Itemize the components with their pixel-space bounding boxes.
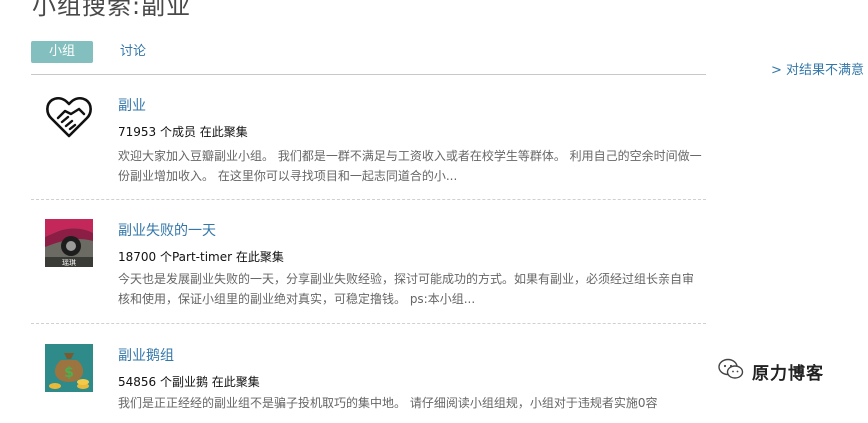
watermark: 原力博客 [718, 355, 824, 387]
group-description: 欢迎大家加入豆瓣副业小组。 我们都是一群不满足与工资收入或者在校学生等群体。 利… [118, 149, 702, 183]
tab-discussions[interactable]: 讨论 [120, 41, 146, 63]
feedback-link[interactable]: > 对结果不满意 [771, 59, 864, 78]
car-wheel-photo-icon[interactable]: 瑶琪 [45, 219, 93, 267]
svg-text:$: $ [64, 365, 74, 381]
avatar-caption: 瑶琪 [62, 258, 76, 267]
list-item: $ 副业鹅组 54856 个副业鹅 在此聚集 我们是正正经经的副业组不是骗子投机… [31, 343, 706, 423]
group-name-link[interactable]: 副业失败的一天 [118, 220, 216, 240]
page-title: 小组搜索:副业 [32, 0, 192, 20]
tab-bar: 小组 讨论 [31, 41, 706, 75]
group-member-count: 18700 个Part-timer 在此聚集 [118, 250, 284, 264]
group-member-count: 54856 个副业鹅 在此聚集 [118, 375, 260, 389]
money-bag-icon[interactable]: $ [45, 344, 93, 392]
list-item: 瑶琪 副业失败的一天 18700 个Part-timer 在此聚集 今天也是发展… [31, 218, 706, 324]
handshake-heart-icon[interactable] [45, 92, 93, 140]
group-name-link[interactable]: 副业 [118, 95, 146, 115]
watermark-text: 原力博客 [752, 363, 824, 384]
group-description: 我们是正正经经的副业组不是骗子投机取巧的集中地。 请仔细阅读小组组规，小组对于违… [118, 396, 658, 410]
list-item: 副业 71953 个成员 在此聚集 欢迎大家加入豆瓣副业小组。 我们都是一群不满… [31, 92, 706, 200]
group-member-count: 71953 个成员 在此聚集 [118, 125, 248, 139]
wechat-icon [718, 358, 744, 384]
tab-groups[interactable]: 小组 [31, 41, 93, 63]
group-description: 今天也是发展副业失败的一天，分享副业失败经验，探讨可能成功的方式。如果有副业，必… [118, 272, 695, 306]
group-name-link[interactable]: 副业鹅组 [118, 345, 174, 365]
